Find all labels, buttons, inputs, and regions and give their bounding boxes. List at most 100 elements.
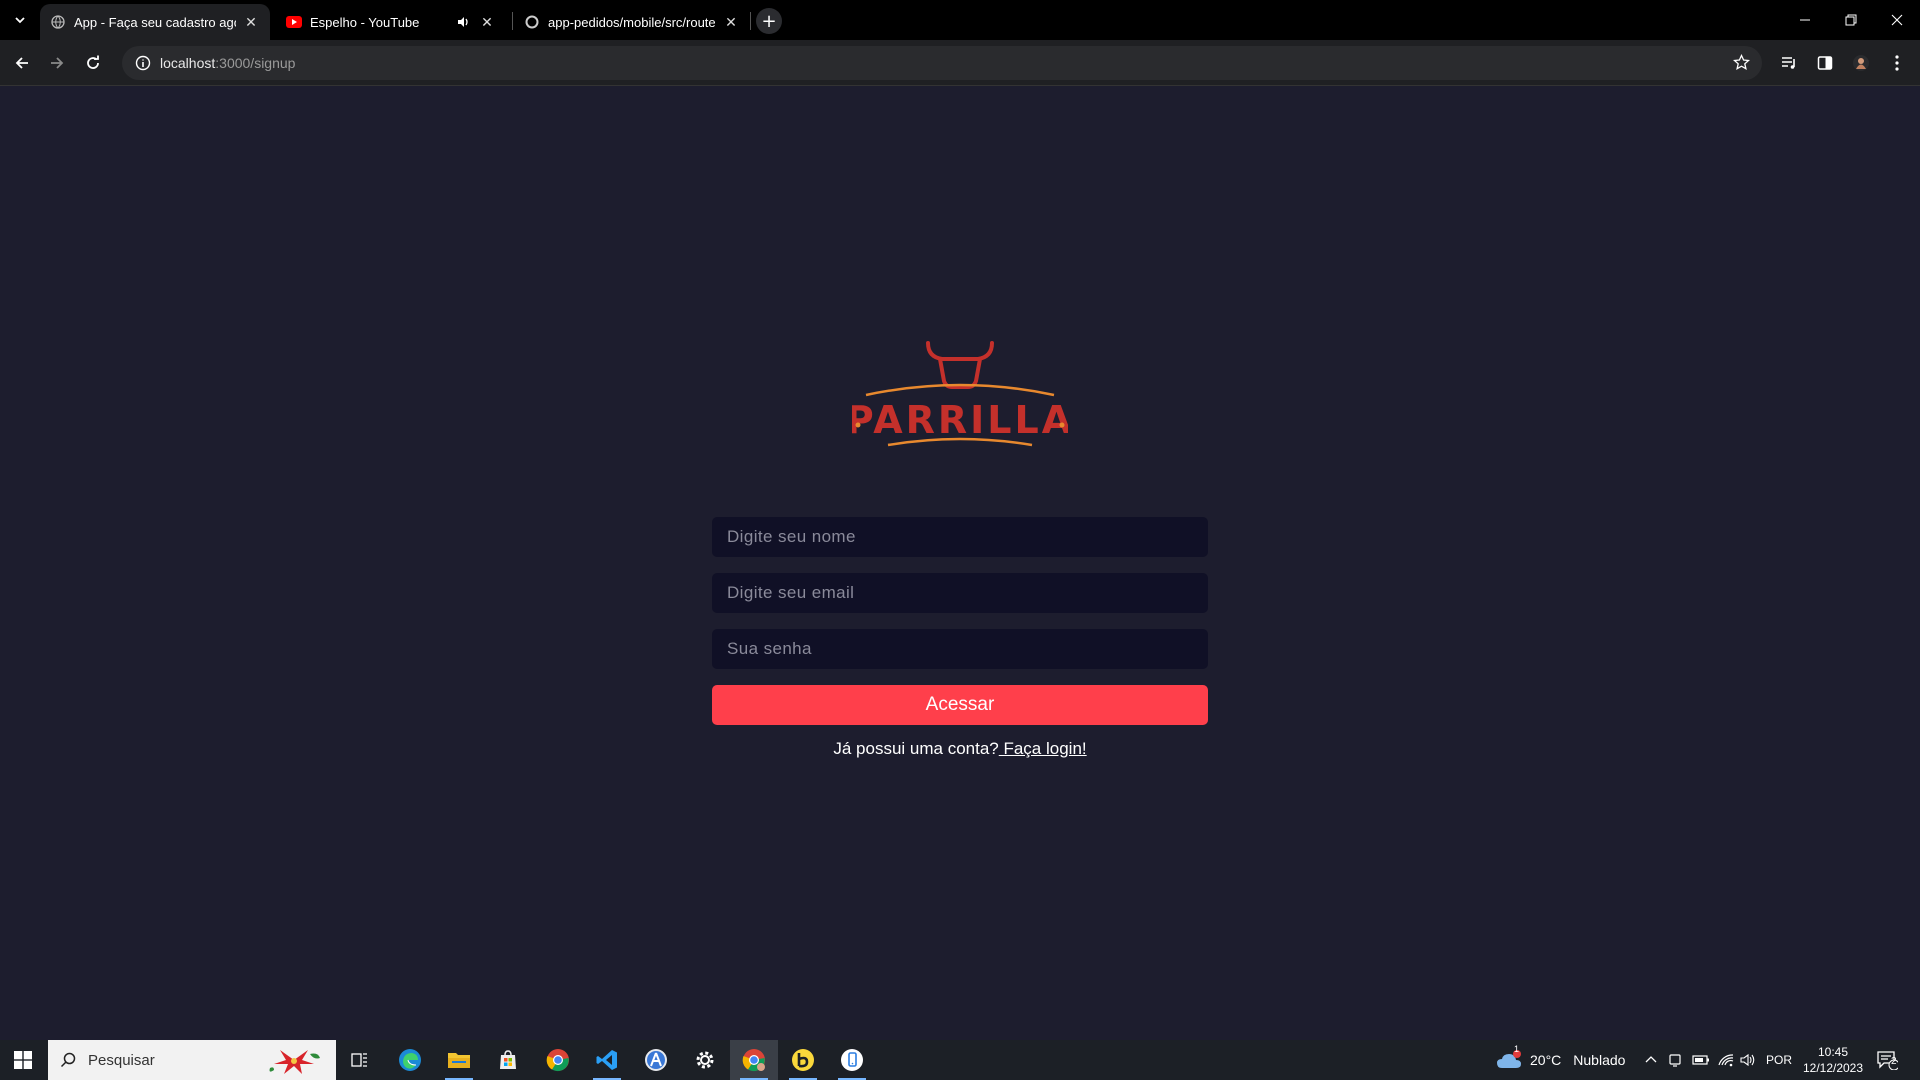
url-path: :3000/signup [215,55,296,71]
github-icon [524,14,540,30]
android-studio-app[interactable] [632,1040,680,1080]
chrome-icon [742,1049,765,1072]
new-tab-button[interactable]: + [756,8,782,34]
gear-icon [696,1051,714,1069]
login-prompt: Já possui uma conta? Faça login! [712,739,1208,759]
speaker-icon[interactable] [454,13,472,31]
parrilla-logo: PARRILLA [852,341,1068,447]
tab-separator [512,12,513,30]
signup-page: PARRILLA Acessar Já possui uma conta? Fa… [0,87,1920,1040]
restore-icon [1845,14,1857,26]
email-input[interactable] [712,573,1208,613]
chrome-icon [546,1049,569,1072]
chevron-down-icon [15,17,25,24]
weather-temp: 20°C [1530,1052,1562,1068]
url-text[interactable]: localhost:3000/signup [160,55,295,71]
notification-center[interactable]: 2 [1876,1040,1898,1080]
android-studio-icon [645,1049,667,1071]
arrow-left-icon [15,57,28,69]
clock[interactable]: 10:45 12/12/2023 [1796,1044,1870,1076]
signup-form: Acessar Já possui uma conta? Faça login! [712,517,1208,759]
media-queue-icon[interactable] [1778,52,1800,74]
chevron-up-icon [1645,1056,1657,1063]
meet-now-icon[interactable] [1668,1040,1682,1080]
profile-avatar-icon[interactable] [1850,52,1872,74]
show-hidden-icons[interactable] [1644,1040,1658,1080]
bookmark-star-icon[interactable] [1732,53,1751,75]
taskbar-search[interactable]: Pesquisar [48,1040,336,1080]
back-button[interactable] [8,49,36,77]
search-placeholder: Pesquisar [88,1051,155,1069]
close-window-button[interactable] [1874,0,1920,40]
weather-badge: 1 [1514,1044,1520,1054]
reload-button[interactable] [79,49,107,77]
language-indicator[interactable]: POR [1766,1040,1792,1080]
close-icon[interactable]: ✕ [478,13,496,31]
vscode-icon [596,1050,617,1070]
password-input[interactable] [712,629,1208,669]
side-panel-icon[interactable] [1814,52,1836,74]
name-input[interactable] [712,517,1208,557]
poinsettia-icon [269,1050,320,1074]
task-view-icon [351,1053,367,1067]
beekeeper-icon [792,1049,814,1071]
url-host: localhost [160,55,216,71]
tab-youtube[interactable]: Espelho - YouTube ✕ [276,4,506,40]
tab-signup[interactable]: App - Faça seu cadastro agora! ✕ [40,4,270,40]
close-icon[interactable]: ✕ [722,13,740,31]
clock-time: 10:45 [1817,1045,1849,1059]
chrome-app[interactable] [534,1040,582,1080]
windows-logo-icon [14,1051,32,1069]
browser-toolbar: localhost:3000/signup [0,40,1920,86]
edge-icon [399,1049,421,1071]
volume-icon[interactable] [1740,1040,1756,1080]
task-view-button[interactable] [336,1040,384,1080]
more-menu-icon[interactable] [1886,52,1908,74]
clock-date: 12/12/2023 [1802,1061,1864,1075]
file-explorer-app[interactable] [435,1040,483,1080]
wifi-icon[interactable] [1718,1040,1734,1080]
folder-icon [448,1053,470,1068]
language-text: POR [1766,1053,1793,1067]
tab-strip: App - Faça seu cadastro agora! ✕ Espelho… [0,0,1920,40]
beekeeper-app[interactable] [779,1040,827,1080]
tab-title: app-pedidos/mobile/src/route [548,14,716,30]
close-icon[interactable]: ✕ [242,13,260,31]
weather-widget[interactable]: 1 20°C Nublado [1496,1040,1625,1080]
plus-icon: + [761,10,777,32]
store-app[interactable] [484,1040,532,1080]
vscode-app[interactable] [583,1040,631,1080]
battery-icon[interactable] [1692,1040,1710,1080]
login-link[interactable]: Faça login! [999,739,1086,758]
windows-taskbar: Pesquisar 1 20°C Nublado POR 10:45 12/12… [0,1040,1920,1080]
settings-app[interactable] [681,1040,729,1080]
address-bar[interactable]: localhost:3000/signup [122,46,1762,80]
edge-app[interactable] [386,1040,434,1080]
store-icon [500,1050,516,1069]
reload-icon [87,55,99,69]
forward-button[interactable] [43,49,71,77]
logo-text: PARRILLA [852,398,1068,442]
tab-search-button[interactable] [8,8,32,32]
submit-button[interactable]: Acessar [712,685,1208,725]
have-account-text: Já possui uma conta? [833,739,999,758]
tab-title: Espelho - YouTube [310,14,420,30]
youtube-icon [286,14,302,30]
tab-title: App - Faça seu cadastro agora! [74,14,236,30]
close-icon [1891,14,1903,26]
phone-link-app[interactable] [828,1040,876,1080]
notification-count: 2 [1891,1056,1897,1067]
chrome-app-active[interactable] [730,1040,778,1080]
arrow-right-icon [51,57,64,69]
search-icon [60,1052,76,1068]
minimize-button[interactable] [1782,0,1828,40]
tab-github[interactable]: app-pedidos/mobile/src/route ✕ [514,4,750,40]
globe-icon [50,14,66,30]
phone-link-icon [841,1049,863,1071]
start-button[interactable] [0,1040,46,1080]
tab-separator [750,12,751,30]
info-icon[interactable] [126,55,160,71]
restore-button[interactable] [1828,0,1874,40]
weather-desc: Nublado [1573,1052,1626,1068]
minimize-icon [1800,19,1810,21]
